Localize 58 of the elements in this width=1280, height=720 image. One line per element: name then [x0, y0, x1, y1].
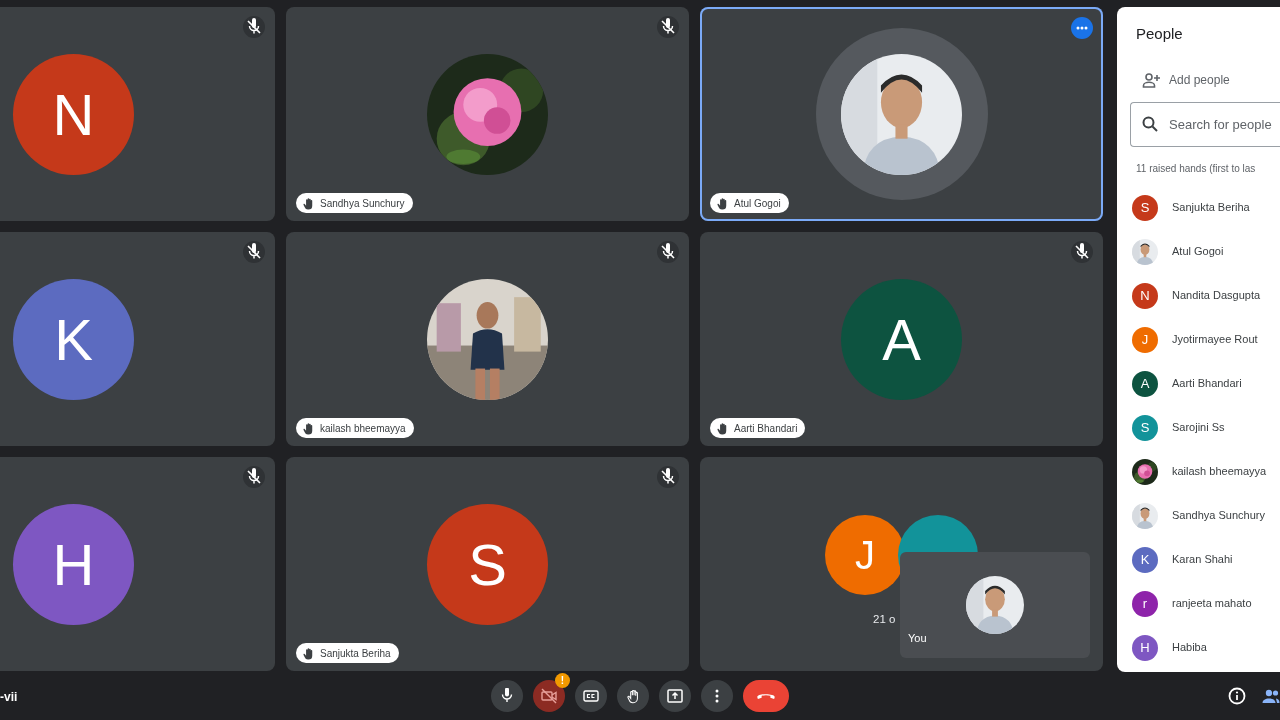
mic-icon: [499, 688, 515, 704]
present-button[interactable]: [659, 680, 691, 712]
avatar: r: [1132, 590, 1158, 617]
avatar: N: [1132, 282, 1158, 309]
avatar: H: [13, 503, 134, 625]
more-options-button[interactable]: [1071, 17, 1093, 39]
hang-up-icon: [757, 692, 775, 700]
info-icon: [1228, 687, 1246, 705]
participant-row[interactable]: S Sanjukta Beriha: [1132, 185, 1280, 230]
avatar: H: [1132, 634, 1158, 661]
participant-name: Atul Gogoi: [734, 196, 781, 211]
avatar: K: [13, 278, 134, 400]
avatar: A: [1132, 370, 1158, 397]
participant-row[interactable]: H Habiba: [1132, 625, 1280, 670]
avatar: J: [1132, 326, 1158, 353]
participant-row[interactable]: S Sarojini Ss: [1132, 405, 1280, 450]
present-screen-icon: [667, 688, 683, 704]
participant-row[interactable]: Sandhya Sunchury: [1132, 493, 1280, 538]
section-heading: 11 raised hands (first to las: [1136, 161, 1257, 176]
add-person-icon: [1142, 71, 1161, 88]
participant-name: Sandhya Sunchury: [320, 196, 405, 211]
camera-off-icon: [541, 688, 557, 704]
search-field[interactable]: Search for people: [1130, 101, 1280, 147]
end-call-button[interactable]: [743, 680, 789, 712]
participant-count: 21 o: [873, 612, 896, 628]
participant-row[interactable]: J Jyotirmayee Rout: [1132, 317, 1280, 362]
avatar: N: [13, 53, 134, 175]
people-button[interactable]: [1262, 687, 1280, 705]
avatar: S: [427, 503, 548, 625]
participant-row[interactable]: K Karan Shahi: [1132, 537, 1280, 582]
raised-hand-icon: [625, 688, 641, 704]
search-icon: [1142, 115, 1158, 132]
participant-row[interactable]: r ranjeeta mahato: [1132, 581, 1280, 626]
camera-button[interactable]: [533, 680, 565, 712]
raise-hand-button[interactable]: [617, 680, 649, 712]
captions-button[interactable]: [575, 680, 607, 712]
people-icon: [1262, 687, 1280, 705]
add-people-button[interactable]: Add people: [1136, 69, 1236, 90]
participant-row[interactable]: A Aarti Bhandari: [1132, 361, 1280, 406]
avatar: A: [841, 278, 962, 400]
participant-name: Aarti Bhandari: [734, 421, 798, 436]
self-label: You: [908, 630, 927, 646]
participant-row[interactable]: Atul Gogoi: [1132, 229, 1280, 274]
meeting-code: -vii: [0, 690, 18, 704]
avatar: S: [1132, 194, 1158, 221]
participant-row[interactable]: kailash bheemayya: [1132, 449, 1280, 494]
microphone-button[interactable]: [491, 680, 523, 712]
avatar: S: [1132, 414, 1158, 441]
avatar: K: [1132, 546, 1158, 573]
ellipsis-icon: [1075, 26, 1089, 30]
panel-title: People: [1136, 24, 1184, 44]
alert-badge: !: [555, 673, 570, 688]
participant-row[interactable]: N Nandita Dasgupta: [1132, 273, 1280, 318]
participant-name: kailash bheemayya: [320, 421, 406, 436]
participant-name: Sanjukta Beriha: [320, 646, 391, 661]
captions-icon: [583, 688, 599, 704]
info-button[interactable]: [1228, 687, 1246, 705]
more-options-button[interactable]: [701, 680, 733, 712]
